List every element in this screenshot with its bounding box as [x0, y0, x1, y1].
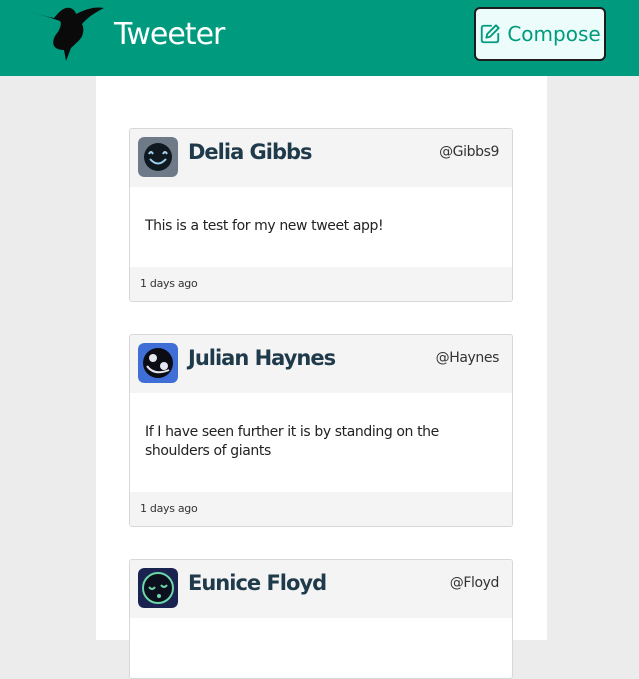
tweet-card: Delia Gibbs @Gibbs9 This is a test for m…: [129, 128, 513, 302]
tweet-author-handle: @Gibbs9: [439, 144, 499, 160]
sleepy-face-avatar-icon: [138, 568, 178, 608]
tweet-author-name: Eunice Floyd: [188, 571, 327, 595]
tweet-author-handle: @Floyd: [449, 575, 500, 591]
top-nav: Tweeter Compose: [0, 0, 639, 76]
hummingbird-logo-icon: [26, 7, 104, 61]
tweet-text: If I have seen further it is by standing…: [145, 424, 439, 459]
tweet-feed: Delia Gibbs @Gibbs9 This is a test for m…: [96, 76, 547, 679]
tweet-header: Delia Gibbs @Gibbs9: [130, 129, 512, 187]
tweet-card: Eunice Floyd @Floyd: [129, 559, 513, 679]
brand-title: Tweeter: [114, 17, 225, 52]
tweet-footer: 1 days ago: [130, 267, 512, 301]
tweet-author-name: Delia Gibbs: [188, 140, 313, 164]
happy-face-avatar-icon: [138, 137, 178, 177]
tweet-card: Julian Haynes @Haynes If I have seen fur…: [129, 334, 513, 527]
tweet-author-handle: @Haynes: [435, 350, 500, 366]
tweet-footer: 1 days ago: [130, 492, 512, 526]
compose-button[interactable]: Compose: [474, 7, 606, 61]
compose-label: Compose: [507, 22, 601, 46]
tweet-text: This is a test for my new tweet app!: [145, 218, 384, 234]
eye-face-avatar-icon: [138, 343, 178, 383]
tweet-age: 1 days ago: [140, 277, 198, 290]
tweet-author-name: Julian Haynes: [188, 346, 336, 370]
tweet-age: 1 days ago: [140, 502, 198, 515]
tweet-text: [130, 618, 512, 648]
tweet-header: Eunice Floyd @Floyd: [130, 560, 512, 618]
edit-icon: [481, 24, 500, 44]
tweet-header: Julian Haynes @Haynes: [130, 335, 512, 393]
